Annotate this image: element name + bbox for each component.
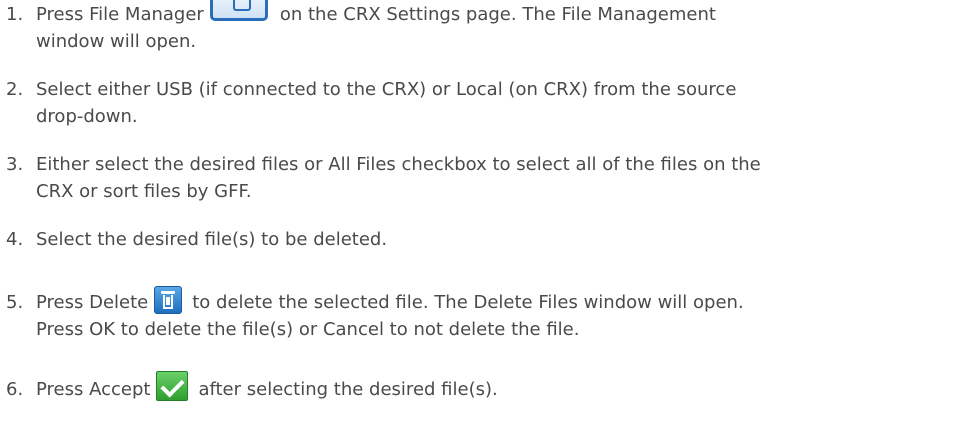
step-line: window will open. bbox=[36, 31, 197, 52]
step-text: Select either USB (if connected to the C… bbox=[36, 76, 957, 130]
step-text: Either select the desired files or All F… bbox=[36, 151, 957, 205]
step-number: 6. bbox=[6, 379, 24, 400]
step-number: 3. bbox=[6, 154, 24, 175]
file-manager-icon bbox=[209, 0, 268, 21]
step-text: Press File Manager on the CRX Settings pa… bbox=[36, 0, 957, 55]
step-text-part: Press Delete bbox=[36, 292, 149, 313]
step-line: CRX or sort files by GFF. bbox=[36, 181, 252, 202]
step-line: Select either USB (if connected to the C… bbox=[36, 79, 737, 100]
step-number: 2. bbox=[6, 79, 24, 100]
step-line: Press File Manager on the CRX Settings pa… bbox=[36, 0, 957, 28]
step-line: drop-down. bbox=[36, 106, 138, 127]
step-text-part: after selecting the desired file(s). bbox=[198, 379, 498, 400]
step-line: Press OK to delete the file(s) or Cancel… bbox=[36, 319, 580, 340]
step-number: 4. bbox=[6, 229, 24, 250]
trash-icon bbox=[154, 286, 183, 314]
step-text-part: Press File Manager bbox=[36, 4, 204, 25]
step-line: Press Delete to delete the selected file.… bbox=[36, 286, 957, 316]
checkmark-icon bbox=[156, 371, 189, 401]
step-line: Select the desired file(s) to be deleted… bbox=[36, 229, 388, 250]
step-text: Select the desired file(s) to be deleted… bbox=[36, 226, 957, 253]
step-number: 5. bbox=[6, 292, 24, 313]
step-text-part: to delete the selected file. The Delete … bbox=[192, 292, 744, 313]
step-number: 1. bbox=[6, 4, 24, 25]
step-text-part: Press Accept bbox=[36, 379, 151, 400]
step-text: Press Accept after selecting the desired … bbox=[36, 371, 957, 403]
step-text: Press Delete to delete the selected file.… bbox=[36, 286, 957, 343]
step-line: Either select the desired files or All F… bbox=[36, 154, 761, 175]
step-text-part: on the CRX Settings page. The File Manag… bbox=[279, 4, 716, 25]
step-line: Press Accept after selecting the desired … bbox=[36, 371, 957, 403]
